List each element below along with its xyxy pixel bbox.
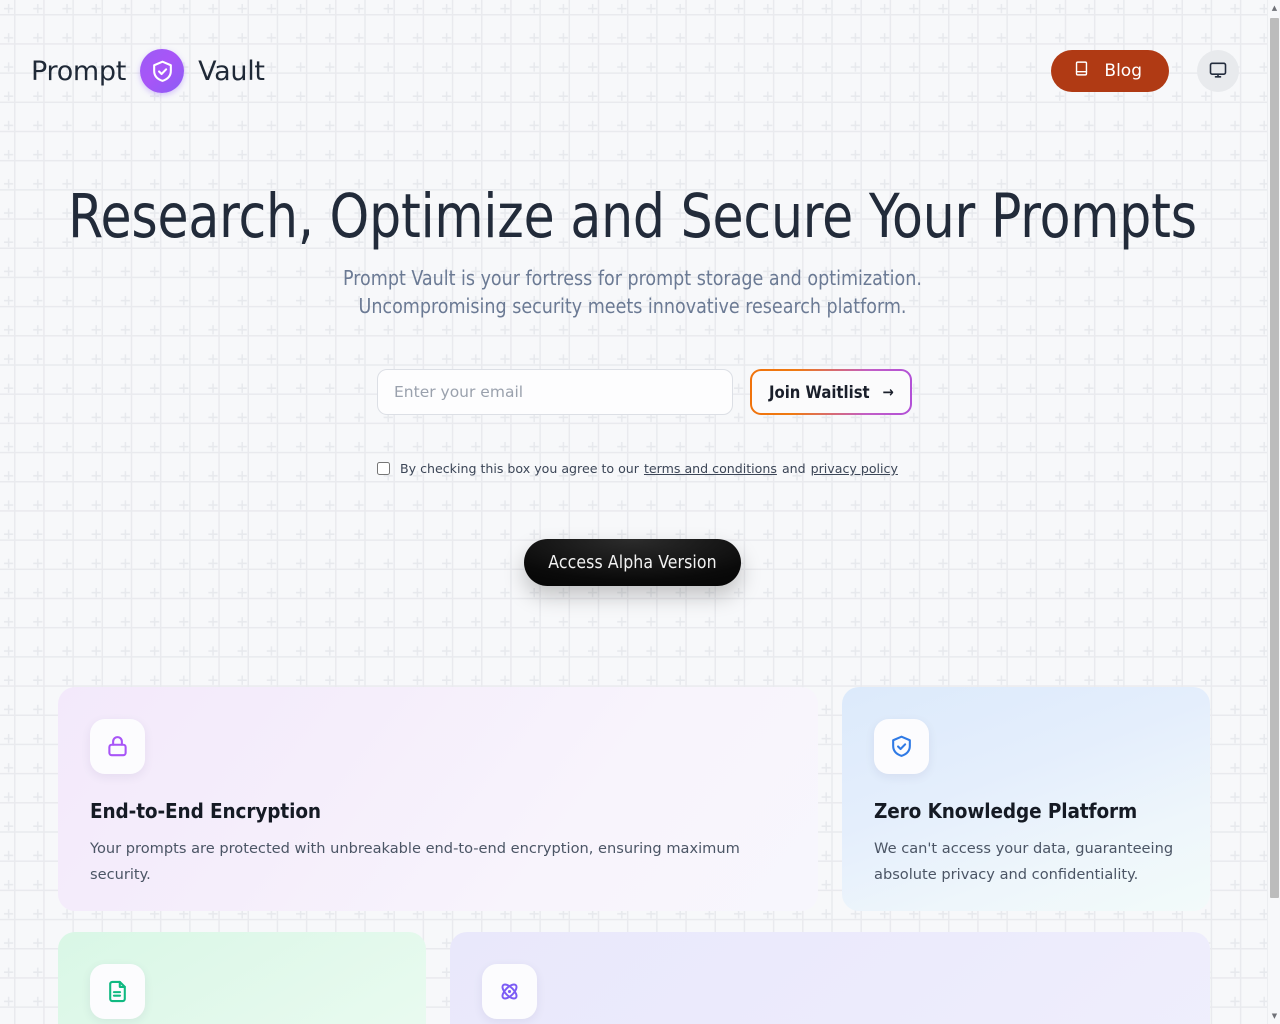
page-root: Prompt Vault Blog Research, Optimize and… [0,0,1280,1024]
vertical-scrollbar[interactable]: ▲ ▼ [1267,0,1280,1024]
arrow-right-icon: → [882,383,894,401]
site-header: Prompt Vault Blog [0,0,1270,144]
scroll-up-arrow-icon[interactable]: ▲ [1268,1,1280,15]
lock-icon [90,719,145,774]
terms-checkbox[interactable] [377,462,390,475]
monitor-icon [1208,60,1228,83]
display-mode-button[interactable] [1197,50,1239,92]
brand-name-left: Prompt [31,55,127,87]
feature-card-title: End-to-End Encryption [90,799,321,823]
feature-card-documents[interactable] [58,932,426,1024]
shield-check-icon [874,719,929,774]
scrollbar-thumb[interactable] [1270,18,1279,898]
shield-check-icon [140,49,185,93]
consent-text: By checking this box you agree to our [400,461,639,476]
scroll-down-arrow-icon[interactable]: ▼ [1268,1009,1280,1023]
terms-and-conditions-link[interactable]: terms and conditions [644,461,777,476]
feature-card-description: We can't access your data, guaranteeing … [874,840,1174,883]
header-actions: Blog [1051,50,1239,92]
privacy-policy-link[interactable]: privacy policy [811,461,898,476]
document-icon [90,964,145,1019]
join-waitlist-button[interactable]: Join Waitlist → [752,371,910,413]
blog-button-label: Blog [1104,61,1142,81]
hero-subtitle-line-2: Uncompromising security meets innovative… [358,294,907,318]
consent-row: By checking this box you agree to our te… [377,461,898,476]
atom-icon [482,964,537,1019]
feature-card-title: Zero Knowledge Platform [874,799,1138,823]
feature-card-zero-knowledge[interactable]: Zero Knowledge Platform We can't access … [842,687,1210,911]
access-alpha-version-button[interactable]: Access Alpha Version [524,539,741,586]
feature-card-encryption[interactable]: End-to-End Encryption Your prompts are p… [58,687,818,911]
page-title: Research, Optimize and Secure Your Promp… [68,181,1197,252]
hero-subtitle: Prompt Vault is your fortress for prompt… [32,264,1234,320]
join-waitlist-label: Join Waitlist [769,382,870,402]
feature-card-description: Your prompts are protected with unbreaka… [90,840,740,883]
feature-card-research[interactable] [450,932,1210,1024]
brand-name-right: Vault [198,55,265,87]
blog-button[interactable]: Blog [1051,50,1169,92]
hero-subtitle-line-1: Prompt Vault is your fortress for prompt… [343,266,922,290]
email-input[interactable] [377,369,733,415]
consent-conjunction: and [781,461,806,476]
waitlist-form: Join Waitlist → [377,369,912,415]
join-waitlist-gradient-border: Join Waitlist → [750,369,912,415]
brand-logo[interactable]: Prompt Vault [31,49,265,93]
book-icon [1073,60,1090,82]
